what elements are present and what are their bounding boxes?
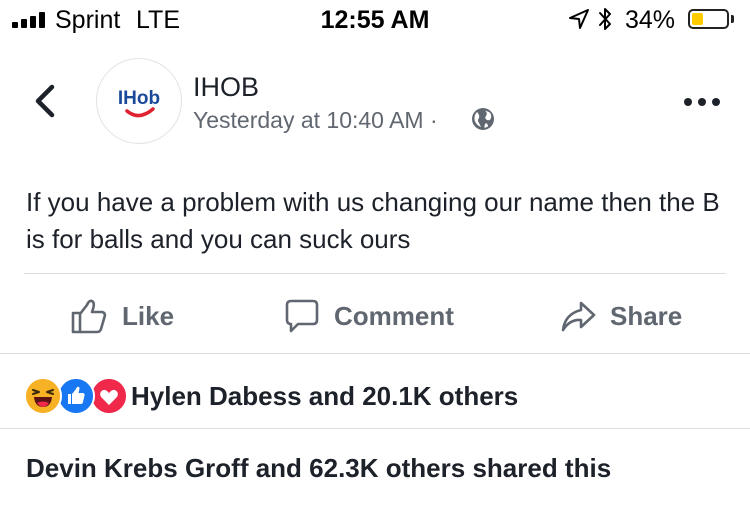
post-text: If you have a problem with us changing o… xyxy=(26,187,720,254)
share-label: Share xyxy=(610,300,683,331)
share-arrow-icon xyxy=(561,301,596,332)
like-reaction-icon xyxy=(57,377,95,415)
battery-icon xyxy=(688,9,729,29)
like-button[interactable]: Like xyxy=(70,294,174,338)
avatar-logo-text: IHob xyxy=(118,88,160,109)
battery-percentage: 34% xyxy=(625,6,676,34)
thumbs-up-icon xyxy=(71,299,107,334)
page-name[interactable]: IHOB xyxy=(193,72,259,103)
battery-cap xyxy=(731,15,734,23)
bluetooth-icon xyxy=(599,8,611,30)
comment-button[interactable]: Comment xyxy=(284,294,454,338)
more-options-icon[interactable] xyxy=(684,97,720,107)
battery-level-fill xyxy=(692,13,703,25)
divider xyxy=(24,273,726,274)
back-chevron-icon[interactable] xyxy=(30,84,60,118)
reactions-summary[interactable]: Hylen Dabess and 20.1K others xyxy=(131,381,518,412)
ihob-logo: IHob xyxy=(118,88,160,118)
divider xyxy=(0,428,750,429)
page-avatar[interactable]: IHob xyxy=(96,58,182,144)
shares-summary[interactable]: Devin Krebs Groff and 62.3K others share… xyxy=(26,453,611,484)
post-timestamp[interactable]: Yesterday at 10:40 AM xyxy=(193,107,424,133)
like-label: Like xyxy=(122,300,175,331)
divider xyxy=(0,353,750,354)
haha-icon xyxy=(24,377,62,415)
location-arrow-icon xyxy=(569,9,589,29)
status-bar: Sprint LTE 12:55 AM 34% xyxy=(0,0,750,40)
globe-icon xyxy=(472,108,494,130)
post-meta: Yesterday at 10:40 AM · xyxy=(193,107,438,134)
comment-bubble-icon xyxy=(285,299,319,333)
love-icon xyxy=(90,377,128,415)
comment-label: Comment xyxy=(334,300,454,331)
share-button[interactable]: Share xyxy=(560,294,682,338)
meta-separator: · xyxy=(429,107,438,133)
